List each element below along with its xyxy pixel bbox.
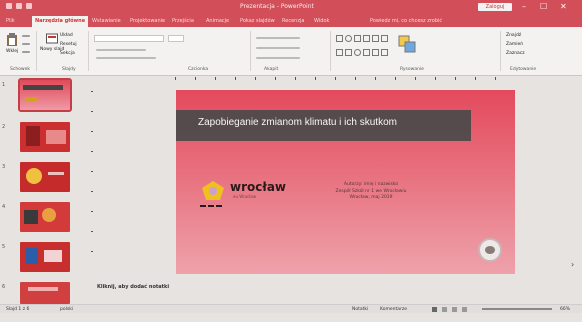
group-label-paragraph: Akapit xyxy=(264,67,279,72)
maximize-button[interactable]: ☐ xyxy=(540,2,547,11)
slide-thumbnail-2[interactable] xyxy=(20,122,70,152)
find-button[interactable]: Znajdź xyxy=(506,33,521,38)
align-buttons[interactable] xyxy=(256,47,300,49)
scroll-indicator[interactable]: › xyxy=(571,260,574,269)
info-line: Wrocław, maj 2019 xyxy=(349,195,393,200)
slide-thumbnail-5[interactable] xyxy=(20,242,70,272)
group-label-editing: Edytowanie xyxy=(510,67,537,72)
paste-label: Wklej xyxy=(6,49,19,54)
comments-button[interactable]: Komentarze xyxy=(380,307,407,312)
tab-slideshow[interactable]: Pokaz slajdów xyxy=(240,17,275,25)
group-label-drawing: Rysowanie xyxy=(400,67,424,72)
slide-thumbnail-3[interactable] xyxy=(20,162,70,192)
close-button[interactable]: ✕ xyxy=(560,2,567,11)
select-button[interactable]: Zaznacz xyxy=(506,51,525,56)
arrange-icon[interactable] xyxy=(398,35,418,53)
notes-pane[interactable]: Kliknij, aby dodać notatki xyxy=(97,284,169,290)
ribbon-separator xyxy=(500,31,501,71)
section-button[interactable]: Sekcja xyxy=(60,51,75,56)
logo-subtext: eu Wrocław xyxy=(233,194,257,199)
save-icon[interactable] xyxy=(6,3,12,9)
group-label-slides: Slajdy xyxy=(62,67,76,72)
status-bar: Slajd 1 z 6 polski Notatki Komentarze 66… xyxy=(0,304,582,313)
tab-transitions[interactable]: Przejścia xyxy=(172,17,194,25)
undo-icon[interactable] xyxy=(16,3,22,9)
zoom-slider[interactable] xyxy=(482,308,552,310)
slide-canvas[interactable]: Zapobieganie zmianom klimatu i ich skutk… xyxy=(176,90,515,274)
group-label-clipboard: Schowek xyxy=(10,67,30,72)
clipboard-icon xyxy=(7,33,18,46)
ribbon-tabs: Plik Narzędzia główne Wstawianie Projekt… xyxy=(0,14,582,27)
replace-button[interactable]: Zamień xyxy=(506,42,523,47)
slide-thumbnail-row[interactable]: 5 xyxy=(2,242,80,282)
wroclaw-logo: wrocław eu Wrocław xyxy=(200,180,310,210)
notes-button[interactable]: Notatki xyxy=(352,307,368,312)
slide-counter: Slajd 1 z 6 xyxy=(6,307,30,312)
logo-text: wrocław xyxy=(230,180,286,194)
tab-file[interactable]: Plik xyxy=(6,17,15,25)
minimize-button[interactable]: – xyxy=(522,2,526,11)
slide-thumbnail-row[interactable]: 3 xyxy=(2,162,80,202)
tab-animations[interactable]: Animacje xyxy=(206,17,229,25)
slide-thumbnail-row[interactable]: 2 xyxy=(2,122,80,162)
redo-icon[interactable] xyxy=(26,3,32,9)
new-slide-icon xyxy=(46,33,59,44)
ribbon-separator xyxy=(330,31,331,71)
shapes-gallery[interactable] xyxy=(336,35,388,61)
horizontal-ruler xyxy=(170,76,515,81)
slide-number: 4 xyxy=(2,204,6,210)
slide-number: 3 xyxy=(2,164,6,170)
slide-info-text[interactable]: Autorzy: imię i nazwisko Zespół Szkół nr… xyxy=(306,182,436,202)
ribbon-separator xyxy=(88,31,89,71)
font-format-buttons[interactable] xyxy=(96,49,146,51)
list-buttons[interactable] xyxy=(256,37,300,39)
logo-emblem-icon xyxy=(202,181,224,200)
language-indicator[interactable]: polski xyxy=(60,307,73,312)
tell-me-search[interactable]: Powiedz mi, co chcesz zrobić xyxy=(370,17,442,25)
tab-insert[interactable]: Wstawianie xyxy=(92,17,121,25)
ribbon: Wklej Schowek Nowy slajd Układ Resetuj S… xyxy=(0,27,582,76)
slide-number: 2 xyxy=(2,124,6,130)
tab-view[interactable]: Widok xyxy=(314,17,329,25)
vertical-ruler xyxy=(91,91,93,252)
cut-icon[interactable] xyxy=(22,35,30,37)
slide-thumbnail-1[interactable] xyxy=(18,78,72,112)
logo-underline-icon xyxy=(200,205,222,207)
badge-icon xyxy=(478,238,502,262)
slide-number: 1 xyxy=(2,82,6,88)
slide-thumbnail-panel: 1 2 3 4 5 6 xyxy=(0,76,82,304)
font-color-buttons[interactable] xyxy=(96,57,156,59)
copy-icon[interactable] xyxy=(22,43,30,45)
slide-thumbnail-4[interactable] xyxy=(20,202,70,232)
paste-button[interactable]: Wklej xyxy=(6,33,18,54)
reset-button[interactable]: Resetuj xyxy=(60,42,77,47)
slide-thumbnail-row[interactable]: 1 xyxy=(2,78,80,120)
zoom-level[interactable]: 66% xyxy=(560,307,570,312)
slide-thumbnail-row[interactable]: 4 xyxy=(2,202,80,242)
tab-home[interactable]: Narzędzia główne xyxy=(32,16,89,27)
layout-button[interactable]: Układ xyxy=(60,33,73,38)
format-painter-icon[interactable] xyxy=(22,51,30,53)
slide-title[interactable]: Zapobieganie zmianom klimatu i ich skutk… xyxy=(198,117,478,128)
slide-thumbnail-row[interactable]: 6 xyxy=(2,282,80,322)
tab-review[interactable]: Recenzja xyxy=(282,17,304,25)
tab-design[interactable]: Projektowanie xyxy=(130,17,165,25)
ribbon-separator xyxy=(250,31,251,71)
font-name-box[interactable] xyxy=(94,35,164,42)
slide-thumbnail-6[interactable] xyxy=(20,282,70,304)
slide-number: 6 xyxy=(2,284,6,290)
group-label-font: Czcionka xyxy=(188,67,209,72)
slide-number: 5 xyxy=(2,244,6,250)
ribbon-separator xyxy=(36,31,37,71)
window-title: Prezentacja - PowerPoint xyxy=(240,3,314,10)
title-bar: Prezentacja - PowerPoint Zaloguj – ☐ ✕ xyxy=(0,0,582,14)
sign-in-button[interactable]: Zaloguj xyxy=(478,3,512,11)
spacing-buttons[interactable] xyxy=(256,57,300,59)
font-size-box[interactable] xyxy=(168,35,184,42)
